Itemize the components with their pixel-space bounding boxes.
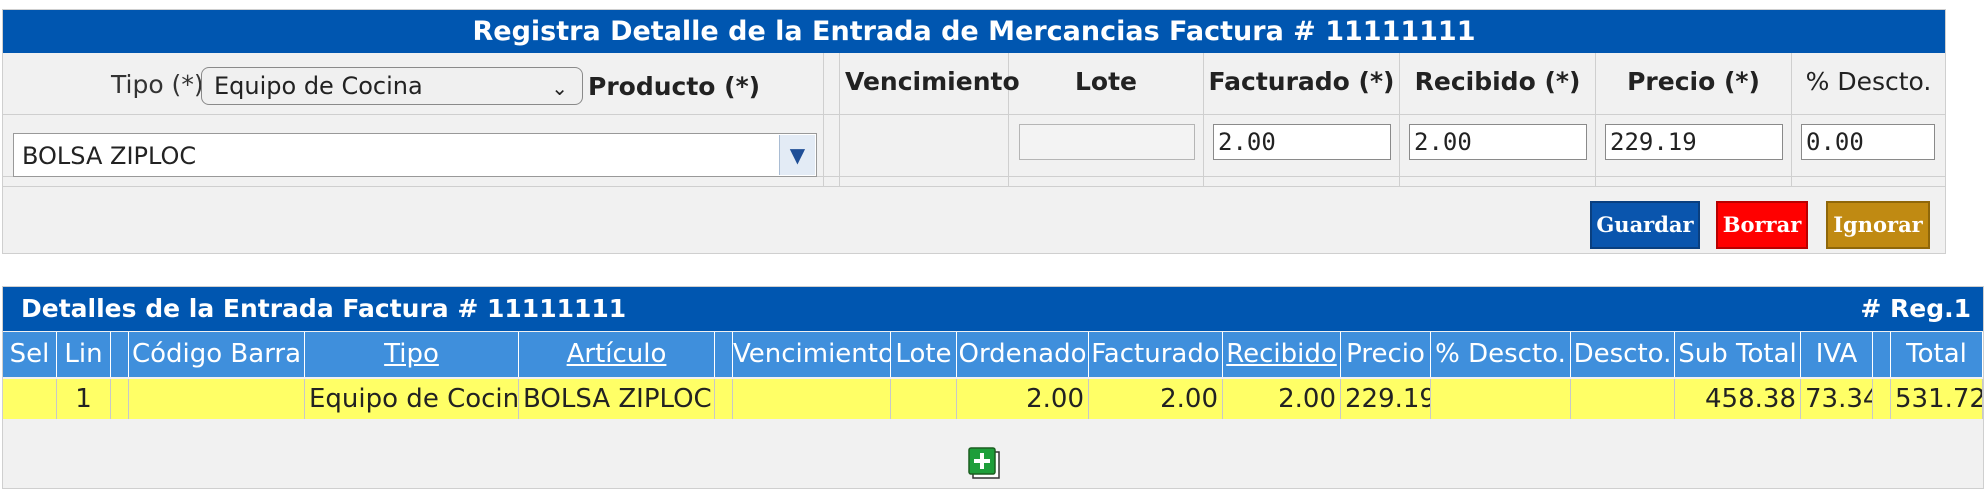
col-sel: Sel xyxy=(3,332,57,377)
cell-precio: 229.19 xyxy=(1341,379,1431,419)
tipo-select[interactable]: Equipo de Cocina ⌄ xyxy=(201,67,583,105)
header-lote: Lote xyxy=(1074,67,1137,96)
col-tipo[interactable]: Tipo xyxy=(305,332,519,377)
grid-divider xyxy=(3,114,1945,115)
producto-dropdown-button[interactable]: ▼ xyxy=(779,135,815,175)
details-title-bar: Detalles de la Entrada Factura # 1111111… xyxy=(3,287,1983,331)
header-descto: % Descto. xyxy=(1805,67,1932,96)
header-facturado: Facturado (*) xyxy=(1208,67,1395,96)
col-pct-descto: % Descto. xyxy=(1431,332,1571,377)
record-count: # Reg.1 xyxy=(1860,294,1971,323)
guardar-button[interactable]: Guardar xyxy=(1590,201,1700,249)
header-recibido: Recibido (*) xyxy=(1414,67,1581,96)
chevron-down-icon: ▼ xyxy=(789,143,806,167)
col-precio: Precio xyxy=(1341,332,1431,377)
add-row-icon[interactable] xyxy=(968,447,1000,479)
col-facturado: Facturado xyxy=(1089,332,1223,377)
col-blank xyxy=(1873,332,1891,377)
col-iva: IVA xyxy=(1801,332,1873,377)
cell-vencimiento xyxy=(733,379,891,419)
col-ordenado: Ordenado xyxy=(957,332,1089,377)
ignorar-button[interactable]: Ignorar xyxy=(1826,201,1930,249)
col-lote: Lote xyxy=(891,332,957,377)
cell-articulo: BOLSA ZIPLOC xyxy=(519,379,715,419)
cell-ordenado: 2.00 xyxy=(957,379,1089,419)
col-total: Total xyxy=(1891,332,1983,377)
header-precio: Precio (*) xyxy=(1627,67,1760,96)
col-descto: Descto. xyxy=(1571,332,1675,377)
producto-value: BOLSA ZIPLOC xyxy=(22,142,197,170)
cell-recibido: 2.00 xyxy=(1223,379,1341,419)
details-title: Detalles de la Entrada Factura # 1111111… xyxy=(21,294,627,323)
cell-sel[interactable] xyxy=(3,379,57,419)
header-vencimiento: Vencimiento xyxy=(845,67,1020,96)
chevron-down-icon: ⌄ xyxy=(551,76,568,100)
descto-input[interactable]: 0.00 xyxy=(1801,124,1935,160)
cell-blank xyxy=(111,379,129,419)
cell-facturado: 2.00 xyxy=(1089,379,1223,419)
borrar-button[interactable]: Borrar xyxy=(1716,201,1808,249)
col-sub-total: Sub Total xyxy=(1675,332,1801,377)
cell-tipo: Equipo de Cocina xyxy=(305,379,519,419)
col-recibido[interactable]: Recibido xyxy=(1223,332,1341,377)
recibido-input[interactable]: 2.00 xyxy=(1409,124,1587,160)
cell-lin: 1 xyxy=(57,379,111,419)
grid-divider xyxy=(3,186,1945,187)
col-blank xyxy=(715,332,733,377)
precio-input[interactable]: 229.19 xyxy=(1605,124,1783,160)
form-title: Registra Detalle de la Entrada de Mercan… xyxy=(3,10,1945,53)
grid-divider xyxy=(823,53,824,186)
col-blank xyxy=(111,332,129,377)
cell-total: 531.72 xyxy=(1891,379,1983,419)
cell-blank xyxy=(715,379,733,419)
lote-input[interactable] xyxy=(1019,124,1195,160)
producto-label: Producto (*) xyxy=(588,72,761,101)
cell-lote xyxy=(891,379,957,419)
col-articulo[interactable]: Artículo xyxy=(519,332,715,377)
col-codigo-barra: Código Barra xyxy=(129,332,305,377)
cell-pct-descto xyxy=(1431,379,1571,419)
grid-divider xyxy=(839,53,840,186)
cell-codigo-barra xyxy=(129,379,305,419)
tipo-select-value: Equipo de Cocina xyxy=(214,72,423,100)
entry-form-panel: Registra Detalle de la Entrada de Mercan… xyxy=(2,9,1946,254)
cell-sub-total: 458.38 xyxy=(1675,379,1801,419)
tipo-label: Tipo (*) xyxy=(111,70,204,99)
col-vencimiento: Vencimiento xyxy=(733,332,894,377)
cell-blank xyxy=(1873,379,1891,419)
cell-iva: 73.34 xyxy=(1801,379,1873,419)
facturado-input[interactable]: 2.00 xyxy=(1213,124,1391,160)
producto-combobox[interactable]: BOLSA ZIPLOC xyxy=(13,133,817,177)
cell-descto xyxy=(1571,379,1675,419)
col-lin: Lin xyxy=(57,332,111,377)
